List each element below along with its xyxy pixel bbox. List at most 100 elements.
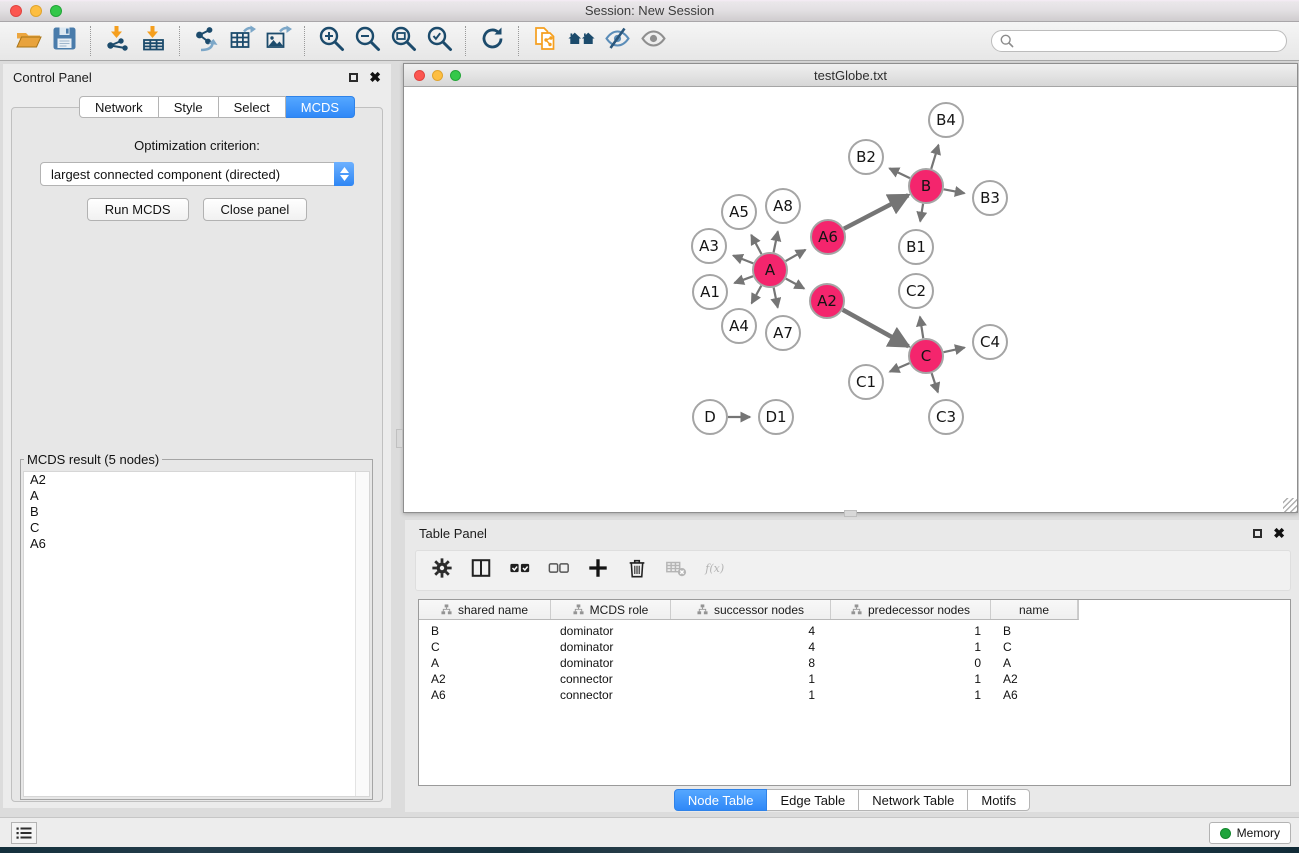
result-list-item[interactable]: B bbox=[24, 504, 369, 520]
table-row-B[interactable]: Bdominator41B bbox=[419, 623, 1290, 639]
node-A4[interactable]: A4 bbox=[722, 309, 756, 343]
node-C2[interactable]: C2 bbox=[899, 274, 933, 308]
zoom-in-button[interactable] bbox=[313, 25, 349, 57]
vertical-splitter-handle[interactable] bbox=[396, 429, 403, 448]
cell-successor-nodes[interactable]: 1 bbox=[671, 687, 831, 703]
close-window-button[interactable] bbox=[10, 5, 22, 17]
edge-B-B4[interactable] bbox=[931, 145, 938, 169]
node-B1[interactable]: B1 bbox=[899, 230, 933, 264]
deselect-all-button[interactable] bbox=[539, 555, 578, 587]
network-canvas[interactable]: AA1A2A3A4A5A6A7A8BB1B2B3B4CC1C2C3C4DD1 bbox=[405, 88, 1296, 511]
edge-A6-B[interactable] bbox=[844, 195, 908, 228]
cell-shared-name[interactable]: A bbox=[419, 655, 551, 671]
zoom-window-button[interactable] bbox=[50, 5, 62, 17]
refresh-layout-button[interactable] bbox=[474, 25, 510, 57]
node-D[interactable]: D bbox=[693, 400, 727, 434]
zoom-fit-button[interactable] bbox=[385, 25, 421, 57]
edge-A-A2[interactable] bbox=[786, 279, 804, 289]
node-B4[interactable]: B4 bbox=[929, 103, 963, 137]
run-mcds-button[interactable]: Run MCDS bbox=[87, 198, 189, 221]
node-A8[interactable]: A8 bbox=[766, 189, 800, 223]
window-resize-grip[interactable] bbox=[1283, 498, 1297, 512]
network-window-titlebar[interactable]: testGlobe.txt bbox=[404, 64, 1297, 87]
node-C[interactable]: C bbox=[909, 339, 943, 373]
cell-MCDS-role[interactable]: connector bbox=[551, 671, 671, 687]
column-header-name[interactable]: name bbox=[991, 600, 1078, 619]
tab-mcds[interactable]: MCDS bbox=[286, 96, 355, 118]
column-header-shared-name[interactable]: shared name bbox=[419, 600, 551, 619]
tab-edge-table[interactable]: Edge Table bbox=[767, 789, 859, 811]
node-A2[interactable]: A2 bbox=[810, 284, 844, 318]
table-row-A2[interactable]: A2connector11A2 bbox=[419, 671, 1290, 687]
column-header-MCDS-role[interactable]: MCDS role bbox=[551, 600, 671, 619]
settings-button[interactable] bbox=[422, 555, 461, 587]
search-input[interactable] bbox=[991, 30, 1287, 52]
close-table-panel-icon[interactable]: ✖ bbox=[1273, 528, 1285, 538]
node-A5[interactable]: A5 bbox=[722, 195, 756, 229]
edge-C-C2[interactable] bbox=[920, 317, 923, 339]
cell-MCDS-role[interactable]: dominator bbox=[551, 655, 671, 671]
edge-C-C1[interactable] bbox=[890, 363, 910, 372]
node-C3[interactable]: C3 bbox=[929, 400, 963, 434]
memory-button[interactable]: Memory bbox=[1209, 822, 1291, 844]
network-zoom-button[interactable] bbox=[450, 70, 461, 81]
node-A7[interactable]: A7 bbox=[766, 316, 800, 350]
float-table-panel-icon[interactable] bbox=[1253, 529, 1262, 538]
close-panel-icon[interactable]: ✖ bbox=[369, 72, 381, 82]
table-row-A6[interactable]: A6connector11A6 bbox=[419, 687, 1290, 703]
result-list-item[interactable]: A2 bbox=[24, 472, 369, 488]
minimize-window-button[interactable] bbox=[30, 5, 42, 17]
hide-panels-button[interactable] bbox=[599, 25, 635, 57]
node-A6[interactable]: A6 bbox=[811, 220, 845, 254]
network-close-button[interactable] bbox=[414, 70, 425, 81]
export-table-button[interactable] bbox=[224, 25, 260, 57]
horizontal-splitter-handle[interactable] bbox=[844, 510, 857, 517]
tab-style[interactable]: Style bbox=[159, 96, 219, 118]
cell-predecessor-nodes[interactable]: 1 bbox=[831, 623, 991, 639]
select-all-button[interactable] bbox=[500, 555, 539, 587]
tab-motifs[interactable]: Motifs bbox=[968, 789, 1030, 811]
import-table-button[interactable] bbox=[135, 25, 171, 57]
cell-MCDS-role[interactable]: dominator bbox=[551, 623, 671, 639]
zoom-out-button[interactable] bbox=[349, 25, 385, 57]
delete-columns-button[interactable] bbox=[617, 555, 656, 587]
cell-name[interactable]: A2 bbox=[991, 671, 1078, 687]
edge-A2-C[interactable] bbox=[843, 310, 909, 347]
cell-name[interactable]: A6 bbox=[991, 687, 1078, 703]
table-row-C[interactable]: Cdominator41C bbox=[419, 639, 1290, 655]
criterion-dropdown[interactable]: largest connected component (directed) bbox=[40, 162, 354, 186]
edge-B-B2[interactable] bbox=[889, 168, 909, 178]
cell-name[interactable]: B bbox=[991, 623, 1078, 639]
task-history-button[interactable] bbox=[11, 822, 37, 844]
edge-C-C4[interactable] bbox=[944, 348, 965, 353]
edge-A-A8[interactable] bbox=[774, 231, 778, 252]
float-panel-icon[interactable] bbox=[349, 73, 358, 82]
cell-MCDS-role[interactable]: dominator bbox=[551, 639, 671, 655]
result-list-item[interactable]: A6 bbox=[24, 536, 369, 552]
cell-predecessor-nodes[interactable]: 1 bbox=[831, 639, 991, 655]
cell-successor-nodes[interactable]: 1 bbox=[671, 671, 831, 687]
edge-A-A7[interactable] bbox=[774, 288, 778, 308]
node-A[interactable]: A bbox=[753, 253, 787, 287]
cell-successor-nodes[interactable]: 4 bbox=[671, 623, 831, 639]
node-B2[interactable]: B2 bbox=[849, 140, 883, 174]
result-scrollbar[interactable] bbox=[355, 472, 369, 796]
cell-predecessor-nodes[interactable]: 1 bbox=[831, 687, 991, 703]
cell-predecessor-nodes[interactable]: 0 bbox=[831, 655, 991, 671]
node-A1[interactable]: A1 bbox=[693, 275, 727, 309]
cell-MCDS-role[interactable]: connector bbox=[551, 687, 671, 703]
network-overview-button[interactable] bbox=[563, 25, 599, 57]
node-C1[interactable]: C1 bbox=[849, 365, 883, 399]
open-session-button[interactable] bbox=[10, 25, 46, 57]
cell-successor-nodes[interactable]: 4 bbox=[671, 639, 831, 655]
edge-A-A4[interactable] bbox=[752, 286, 762, 304]
edge-A-A5[interactable] bbox=[751, 235, 761, 254]
create-column-button[interactable] bbox=[578, 555, 617, 587]
edge-A-A6[interactable] bbox=[786, 250, 806, 261]
tab-network[interactable]: Network bbox=[79, 96, 159, 118]
show-panels-button[interactable] bbox=[635, 25, 671, 57]
cell-successor-nodes[interactable]: 8 bbox=[671, 655, 831, 671]
cell-name[interactable]: C bbox=[991, 639, 1078, 655]
edge-B-B3[interactable] bbox=[944, 189, 965, 193]
export-network-button[interactable] bbox=[188, 25, 224, 57]
